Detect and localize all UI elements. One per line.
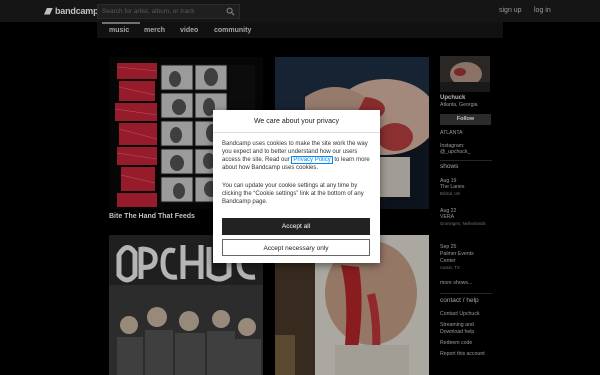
cookie-paragraph-2: You can update your cookie settings at a… [222,183,364,205]
cookie-dialog-title: We care about your privacy [253,118,340,125]
privacy-policy-link[interactable]: Privacy Policy [291,156,333,164]
accept-all-button[interactable]: Accept all [222,218,370,235]
cookie-paragraph-1: Bandcamp uses cookies to make the site w… [222,140,374,172]
cookie-consent-dialog: We care about your privacy Bandcamp uses… [213,110,380,263]
accept-necessary-button[interactable]: Accept necessary only [222,239,370,256]
cookie-dialog-divider [213,132,380,133]
